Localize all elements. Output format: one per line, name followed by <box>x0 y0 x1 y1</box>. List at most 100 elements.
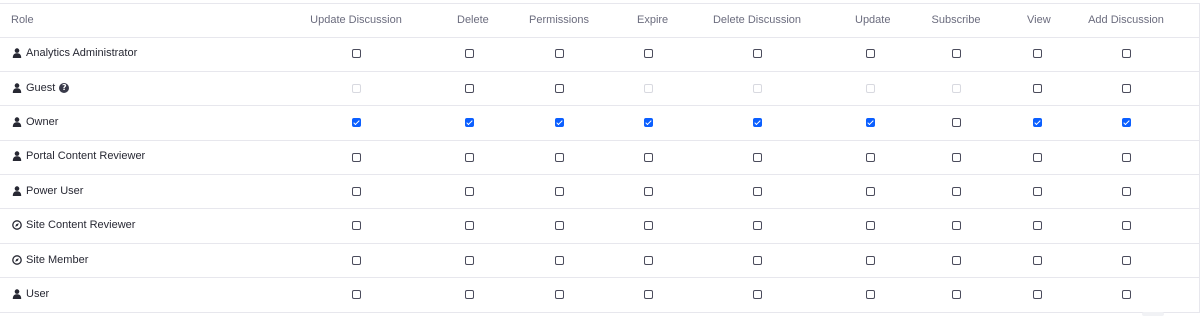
portal-content-reviewer-permissions-checkbox[interactable] <box>554 152 564 162</box>
user-delete-checkbox[interactable] <box>464 290 474 300</box>
power-user-add-discussion-checkbox[interactable] <box>1121 187 1131 197</box>
permission-cell <box>1047 106 1199 140</box>
owner-update-discussion-checkbox[interactable] <box>351 118 361 128</box>
site-content-reviewer-delete-discussion-checkbox[interactable] <box>752 221 762 231</box>
power-user-update-checkbox[interactable] <box>865 187 875 197</box>
site-content-reviewer-expire-checkbox[interactable] <box>643 221 653 231</box>
user-add-discussion-checkbox[interactable] <box>1121 290 1131 300</box>
permission-cell <box>855 278 885 312</box>
analytics-administrator-expire-checkbox[interactable] <box>643 49 653 59</box>
analytics-administrator-view-checkbox[interactable] <box>1032 49 1042 59</box>
owner-delete-checkbox[interactable] <box>464 118 474 128</box>
permission-cell <box>855 37 885 71</box>
owner-subscribe-checkbox[interactable] <box>951 118 961 128</box>
permission-cell <box>637 106 659 140</box>
site-content-reviewer-delete-checkbox[interactable] <box>464 221 474 231</box>
guest-view-checkbox[interactable] <box>1032 83 1042 93</box>
guest-add-discussion-checkbox[interactable] <box>1121 83 1131 93</box>
site-content-reviewer-subscribe-checkbox[interactable] <box>951 221 961 231</box>
site-member-update-discussion-checkbox[interactable] <box>351 255 361 265</box>
portal-content-reviewer-expire-checkbox[interactable] <box>643 152 653 162</box>
owner-add-discussion-checkbox[interactable] <box>1121 118 1131 128</box>
permission-cell <box>255 209 457 243</box>
permission-cell <box>481 106 637 140</box>
site-content-reviewer-update-checkbox[interactable] <box>865 221 875 231</box>
permission-cell <box>855 106 885 140</box>
role-label-group: Power User <box>12 185 83 197</box>
site-member-delete-checkbox[interactable] <box>464 255 474 265</box>
analytics-administrator-update-discussion-checkbox[interactable] <box>351 49 361 59</box>
compass-icon <box>12 220 22 230</box>
site-content-reviewer-add-discussion-checkbox[interactable] <box>1121 221 1131 231</box>
site-content-reviewer-permissions-checkbox[interactable] <box>554 221 564 231</box>
role-cell: Power User <box>0 175 255 209</box>
user-permissions-checkbox[interactable] <box>554 290 564 300</box>
owner-update-checkbox[interactable] <box>865 118 875 128</box>
site-member-delete-discussion-checkbox[interactable] <box>752 255 762 265</box>
power-user-subscribe-checkbox[interactable] <box>951 187 961 197</box>
power-user-permissions-checkbox[interactable] <box>554 187 564 197</box>
column-header-permissions: Permissions <box>529 14 589 27</box>
portal-content-reviewer-view-checkbox[interactable] <box>1032 152 1042 162</box>
site-member-expire-checkbox[interactable] <box>643 255 653 265</box>
permission-cell <box>1047 209 1199 243</box>
analytics-administrator-delete-checkbox[interactable] <box>464 49 474 59</box>
column-header-add-discussion: Add Discussion <box>1088 14 1164 27</box>
role-cell: User <box>0 278 255 312</box>
power-user-expire-checkbox[interactable] <box>643 187 653 197</box>
site-member-update-checkbox[interactable] <box>865 255 875 265</box>
role-cell: Analytics Administrator <box>0 37 255 71</box>
portal-content-reviewer-update-checkbox[interactable] <box>865 152 875 162</box>
permission-cell <box>481 278 637 312</box>
guest-delete-checkbox[interactable] <box>464 83 474 93</box>
role-label-group: Analytics Administrator <box>12 47 137 59</box>
owner-expire-checkbox[interactable] <box>643 118 653 128</box>
user-icon <box>12 186 22 196</box>
guest-permissions-checkbox[interactable] <box>554 83 564 93</box>
permission-cell <box>637 209 659 243</box>
site-content-reviewer-update-discussion-checkbox[interactable] <box>351 221 361 231</box>
table-body: Analytics Administrator Guest? Owner Portal… <box>0 37 1199 312</box>
role-name: Site Content Reviewer <box>26 219 136 232</box>
site-member-subscribe-checkbox[interactable] <box>951 255 961 265</box>
table-row: Analytics Administrator <box>0 37 1199 71</box>
permission-cell <box>457 37 481 71</box>
help-icon[interactable]: ? <box>59 82 70 93</box>
analytics-administrator-add-discussion-checkbox[interactable] <box>1121 49 1131 59</box>
power-user-delete-discussion-checkbox[interactable] <box>752 187 762 197</box>
portal-content-reviewer-add-discussion-checkbox[interactable] <box>1121 152 1131 162</box>
user-expire-checkbox[interactable] <box>643 290 653 300</box>
portal-content-reviewer-subscribe-checkbox[interactable] <box>951 152 961 162</box>
site-content-reviewer-view-checkbox[interactable] <box>1032 221 1042 231</box>
permission-cell <box>457 106 481 140</box>
user-update-discussion-checkbox[interactable] <box>351 290 361 300</box>
user-view-checkbox[interactable] <box>1032 290 1042 300</box>
site-member-view-checkbox[interactable] <box>1032 255 1042 265</box>
analytics-administrator-permissions-checkbox[interactable] <box>554 49 564 59</box>
analytics-administrator-subscribe-checkbox[interactable] <box>951 49 961 59</box>
portal-content-reviewer-delete-checkbox[interactable] <box>464 152 474 162</box>
permission-cell <box>457 243 481 277</box>
header-row: Role Update Discussion Delete Permissions Ex… <box>0 4 1199 37</box>
portal-content-reviewer-delete-discussion-checkbox[interactable] <box>752 152 762 162</box>
portal-content-reviewer-update-discussion-checkbox[interactable] <box>351 152 361 162</box>
permission-cell <box>885 106 1027 140</box>
owner-delete-discussion-checkbox[interactable] <box>752 118 762 128</box>
power-user-delete-checkbox[interactable] <box>464 187 474 197</box>
power-user-view-checkbox[interactable] <box>1032 187 1042 197</box>
user-subscribe-checkbox[interactable] <box>951 290 961 300</box>
site-member-permissions-checkbox[interactable] <box>554 255 564 265</box>
permission-cell <box>659 209 855 243</box>
permission-cell <box>885 278 1027 312</box>
user-delete-discussion-checkbox[interactable] <box>752 290 762 300</box>
analytics-administrator-delete-discussion-checkbox[interactable] <box>752 49 762 59</box>
analytics-administrator-update-checkbox[interactable] <box>865 49 875 59</box>
horizontal-scrollbar[interactable] <box>1142 312 1164 316</box>
power-user-update-discussion-checkbox[interactable] <box>351 187 361 197</box>
permission-cell <box>1027 175 1047 209</box>
owner-permissions-checkbox[interactable] <box>554 118 564 128</box>
user-update-checkbox[interactable] <box>865 290 875 300</box>
owner-view-checkbox[interactable] <box>1032 118 1042 128</box>
site-member-add-discussion-checkbox[interactable] <box>1121 255 1131 265</box>
guest-subscribe-checkbox <box>951 83 961 93</box>
